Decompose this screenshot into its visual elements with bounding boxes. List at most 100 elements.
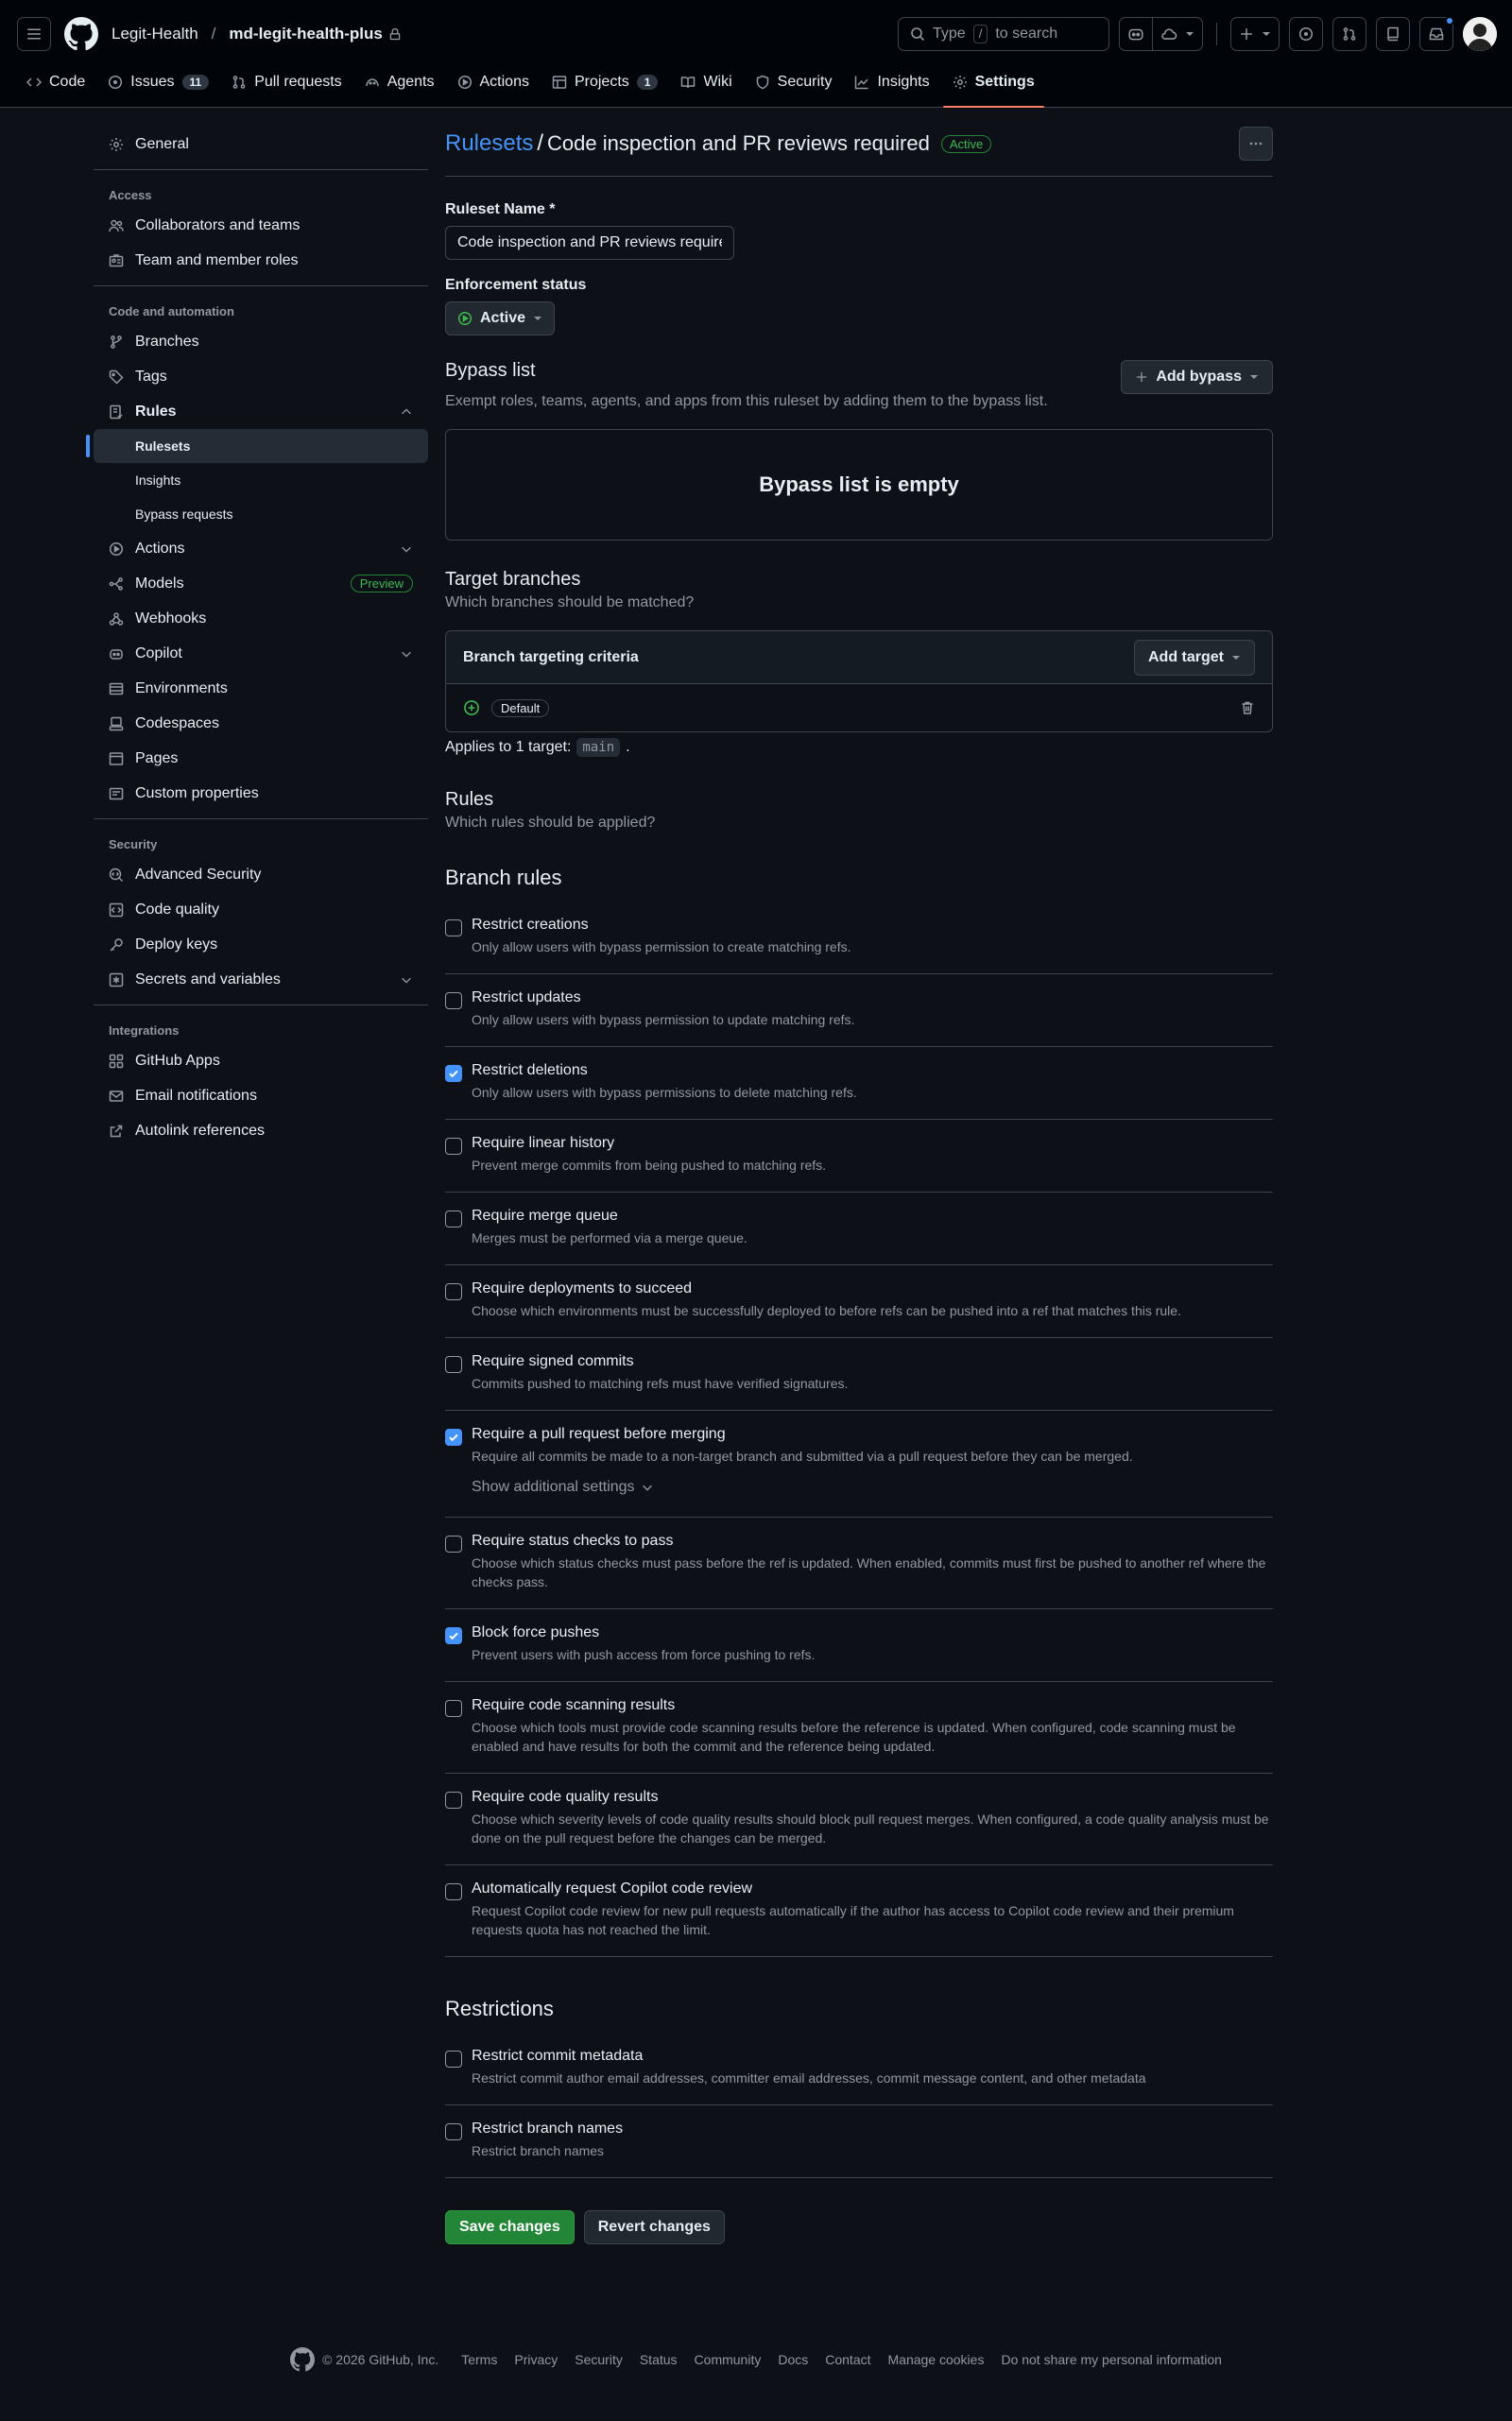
rule-checkbox[interactable]	[445, 2123, 462, 2140]
sidebar-item-codespaces[interactable]: Codespaces	[94, 706, 428, 741]
footer-link[interactable]: Contact	[825, 2352, 870, 2367]
sidebar-item-models[interactable]: Models Preview	[94, 566, 428, 601]
footer-link[interactable]: Docs	[778, 2352, 808, 2367]
show-additional-settings-button[interactable]: Show additional settings	[472, 1479, 1133, 1496]
sidebar-item-team-roles[interactable]: Team and member roles	[94, 243, 428, 278]
sidebar-item-copilot[interactable]: Copilot	[94, 636, 428, 671]
sidebar-item-actions[interactable]: Actions	[94, 531, 428, 566]
repos-button[interactable]	[1376, 17, 1410, 51]
sidebar-item-rules[interactable]: Rules	[94, 394, 428, 429]
rule-checkbox[interactable]	[445, 1627, 462, 1644]
revert-changes-button[interactable]: Revert changes	[583, 2210, 725, 2244]
copilot-icon[interactable]	[1120, 18, 1152, 50]
rule-checkbox[interactable]	[445, 1700, 462, 1717]
sidebar-item-email-notifications[interactable]: Email notifications	[94, 1078, 428, 1113]
sidebar-item-deploy-keys[interactable]: Deploy keys	[94, 927, 428, 962]
inbox-button[interactable]	[1419, 16, 1454, 51]
ruleset-name-input[interactable]	[445, 226, 734, 260]
rule-title[interactable]: Restrict branch names	[472, 2121, 623, 2138]
tab-security[interactable]: Security	[746, 58, 842, 107]
tab-pull-requests[interactable]: Pull requests	[222, 58, 352, 107]
rule-title[interactable]: Restrict updates	[472, 989, 854, 1006]
add-target-button[interactable]: Add target	[1134, 639, 1255, 676]
github-logo-icon[interactable]	[64, 17, 98, 51]
rule-checkbox[interactable]	[445, 1792, 462, 1809]
copilot-menu[interactable]	[1119, 17, 1203, 51]
sidebar-item-rule-insights[interactable]: Insights	[94, 463, 428, 497]
chevron-down-icon[interactable]	[400, 647, 413, 661]
sidebar-item-code-quality[interactable]: Code quality	[94, 892, 428, 927]
chevron-down-icon[interactable]	[1185, 18, 1202, 50]
rule-checkbox[interactable]	[445, 1283, 462, 1300]
plus-icon[interactable]	[1231, 18, 1262, 50]
save-changes-button[interactable]: Save changes	[445, 2210, 575, 2244]
footer-link[interactable]: Security	[575, 2352, 623, 2367]
rule-checkbox[interactable]	[445, 992, 462, 1009]
tab-insights[interactable]: Insights	[845, 58, 938, 107]
chevron-down-icon[interactable]	[400, 973, 413, 987]
trash-icon[interactable]	[1240, 700, 1255, 715]
chevron-up-icon[interactable]	[400, 405, 413, 419]
more-options-button[interactable]	[1239, 127, 1273, 161]
rule-title[interactable]: Require linear history	[472, 1135, 826, 1152]
create-new-menu[interactable]	[1230, 17, 1280, 51]
sidebar-item-github-apps[interactable]: GitHub Apps	[94, 1043, 428, 1078]
rule-title[interactable]: Require code quality results	[472, 1789, 1273, 1806]
avatar[interactable]	[1463, 17, 1497, 51]
cloud-icon[interactable]	[1152, 18, 1185, 50]
rule-checkbox[interactable]	[445, 1210, 462, 1228]
sidebar-item-environments[interactable]: Environments	[94, 671, 428, 706]
footer-link[interactable]: Manage cookies	[888, 2352, 985, 2367]
add-bypass-button[interactable]: Add bypass	[1121, 360, 1273, 394]
sidebar-item-custom-properties[interactable]: Custom properties	[94, 776, 428, 811]
rule-checkbox[interactable]	[445, 919, 462, 936]
rule-title[interactable]: Restrict creations	[472, 917, 851, 934]
rule-checkbox[interactable]	[445, 1883, 462, 1900]
rulesets-breadcrumb-link[interactable]: Rulesets	[445, 130, 533, 157]
rule-title[interactable]: Require signed commits	[472, 1353, 848, 1370]
tab-code[interactable]: Code	[17, 58, 94, 107]
rule-title[interactable]: Block force pushes	[472, 1624, 815, 1641]
sidebar-item-autolink[interactable]: Autolink references	[94, 1113, 428, 1148]
sidebar-item-secrets[interactable]: Secrets and variables	[94, 962, 428, 997]
rule-checkbox[interactable]	[445, 1138, 462, 1155]
sidebar-item-webhooks[interactable]: Webhooks	[94, 601, 428, 636]
tab-settings[interactable]: Settings	[942, 58, 1044, 108]
rule-checkbox[interactable]	[445, 1536, 462, 1553]
chevron-down-icon[interactable]	[1262, 18, 1279, 50]
sidebar-item-bypass-requests[interactable]: Bypass requests	[94, 497, 428, 531]
rule-title[interactable]: Require deployments to succeed	[472, 1280, 1181, 1297]
rule-title[interactable]: Require merge queue	[472, 1208, 747, 1225]
rule-title[interactable]: Require a pull request before merging	[472, 1426, 1133, 1443]
search-input[interactable]: Type / to search	[898, 17, 1109, 51]
footer-link[interactable]: Community	[695, 2352, 762, 2367]
rule-checkbox[interactable]	[445, 2051, 462, 2068]
sidebar-item-advanced-security[interactable]: Advanced Security	[94, 857, 428, 892]
footer-link[interactable]: Status	[640, 2352, 678, 2367]
sidebar-item-pages[interactable]: Pages	[94, 741, 428, 776]
rule-checkbox[interactable]	[445, 1065, 462, 1082]
tab-projects[interactable]: Projects 1	[542, 58, 667, 107]
rule-title[interactable]: Require code scanning results	[472, 1697, 1273, 1714]
sidebar-item-collaborators[interactable]: Collaborators and teams	[94, 208, 428, 243]
rule-title[interactable]: Restrict commit metadata	[472, 2048, 1146, 2065]
github-logo-icon[interactable]	[290, 2347, 316, 2372]
owner-link[interactable]: Legit-Health	[112, 25, 198, 43]
tab-actions[interactable]: Actions	[448, 58, 539, 107]
repo-link[interactable]: md-legit-health-plus	[229, 25, 382, 43]
tab-issues[interactable]: Issues 11	[98, 58, 218, 107]
sidebar-item-general[interactable]: General	[94, 127, 428, 162]
rule-checkbox[interactable]	[445, 1356, 462, 1373]
sidebar-item-rulesets[interactable]: Rulesets	[86, 429, 428, 463]
rule-title[interactable]: Restrict deletions	[472, 1062, 857, 1079]
rule-title[interactable]: Require status checks to pass	[472, 1533, 1273, 1550]
rule-checkbox[interactable]	[445, 1429, 462, 1446]
sidebar-item-branches[interactable]: Branches	[94, 324, 428, 359]
tab-wiki[interactable]: Wiki	[671, 58, 741, 107]
footer-link[interactable]: Do not share my personal information	[1001, 2352, 1221, 2367]
footer-link[interactable]: Terms	[461, 2352, 497, 2367]
enforcement-status-select[interactable]: Active	[445, 301, 556, 335]
rule-title[interactable]: Automatically request Copilot code revie…	[472, 1880, 1273, 1897]
chevron-down-icon[interactable]	[400, 542, 413, 556]
tab-agents[interactable]: Agents	[355, 58, 444, 107]
